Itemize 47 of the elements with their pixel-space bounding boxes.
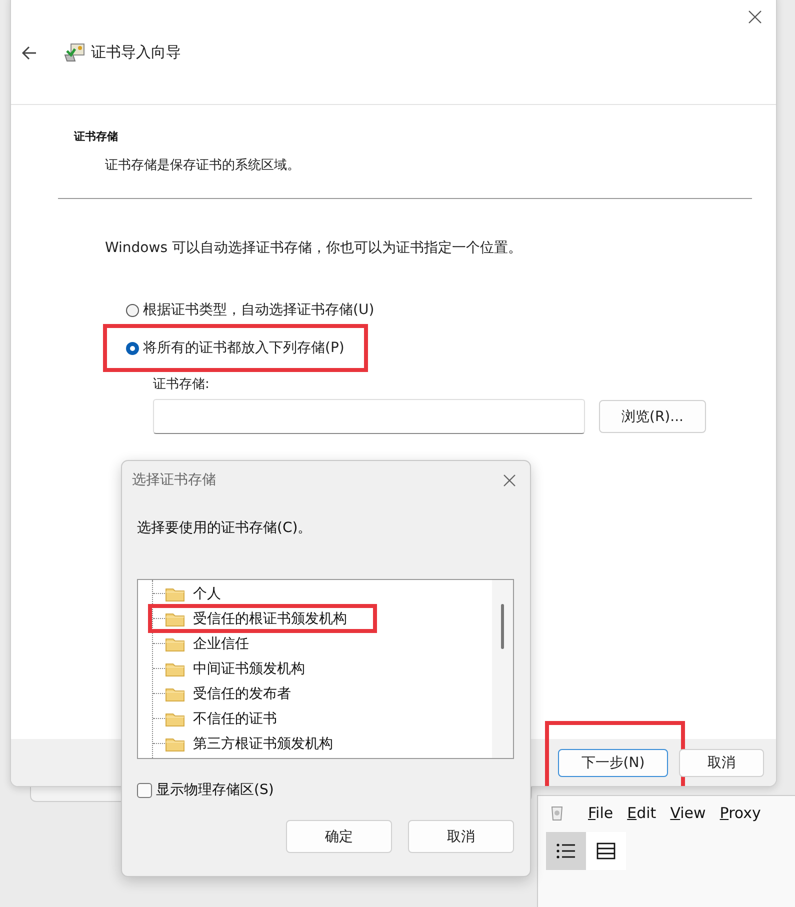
radio-button[interactable] <box>126 304 139 316</box>
folder-icon <box>165 636 185 652</box>
menu-item[interactable]: View <box>670 804 706 822</box>
menu-item[interactable]: Proxy <box>720 804 761 822</box>
scrollbar[interactable] <box>492 580 513 758</box>
folder-icon <box>165 660 185 676</box>
window-title: 证书导入向导 <box>91 43 181 62</box>
prompt-text: 选择要使用的证书存储(C)。 <box>137 519 313 537</box>
rows-icon <box>596 842 616 860</box>
tree-item[interactable]: 受信任的发布者 <box>165 684 291 703</box>
back-arrow-icon[interactable] <box>21 46 37 60</box>
list-icon <box>556 842 576 860</box>
list-view-button[interactable] <box>546 832 586 870</box>
dialog-title: 选择证书存储 <box>132 471 216 489</box>
tree-item[interactable]: 不信任的证书 <box>165 709 277 728</box>
intro-text: Windows 可以自动选择证书存储，你也可以为证书指定一个位置。 <box>105 239 523 257</box>
checkbox-option[interactable]: 显示物理存储区(S) <box>137 781 274 799</box>
tree-item[interactable]: 企业信任 <box>165 634 249 653</box>
section-title: 证书存储 <box>74 129 119 144</box>
field-label: 证书存储: <box>153 376 210 393</box>
folder-icon <box>165 736 185 752</box>
cancel-button[interactable]: 取消 <box>679 748 764 776</box>
tree-item[interactable]: 个人 <box>165 584 221 603</box>
next-button[interactable]: 下一步(N) <box>558 748 668 776</box>
tree-item[interactable]: 第三方根证书颁发机构 <box>165 734 333 753</box>
store-input-field[interactable] <box>153 399 585 434</box>
folder-icon <box>165 586 185 602</box>
folder-icon <box>165 686 185 702</box>
radio-option[interactable]: 根据证书类型，自动选择证书存储(U) <box>126 301 374 319</box>
section-subtitle: 证书存储是保存证书的系统区域。 <box>105 157 301 174</box>
browse-button[interactable]: 浏览(R)... <box>599 400 706 433</box>
checkbox[interactable] <box>137 782 152 798</box>
close-icon[interactable] <box>503 474 516 486</box>
tree-item[interactable]: 中间证书颁发机构 <box>165 659 305 678</box>
folder-icon <box>165 710 185 726</box>
app-icon <box>550 804 564 822</box>
menu-item[interactable]: File <box>588 804 614 822</box>
certificate-icon <box>63 42 85 62</box>
ok-button[interactable]: 确定 <box>286 820 392 853</box>
radio-button[interactable] <box>126 342 139 354</box>
folder-icon <box>165 610 185 626</box>
menu-item[interactable]: Edit <box>627 804 656 822</box>
radio-option[interactable]: 将所有的证书都放入下列存储(P) <box>126 339 344 357</box>
cancel-button[interactable]: 取消 <box>408 820 514 853</box>
tree-item[interactable]: 受信任的根证书颁发机构 <box>165 609 347 628</box>
rows-view-button[interactable] <box>586 832 626 870</box>
close-icon[interactable] <box>748 10 762 24</box>
